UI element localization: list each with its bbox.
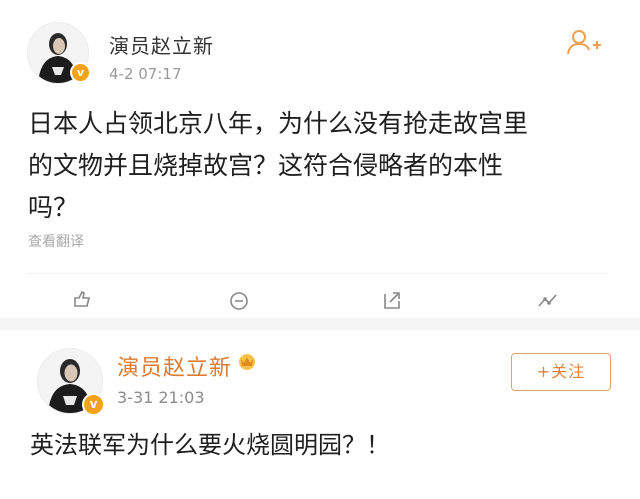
translate-link[interactable]: 查看翻译 bbox=[28, 231, 84, 251]
divider bbox=[28, 273, 608, 274]
post-content: 日本人占领北京八年，为什么没有抢走故宫里 的文物并且烧掉故宫？这符合侵略者的本性… bbox=[28, 103, 618, 229]
post-content: 英法联军为什么要火烧圆明园？！ bbox=[30, 431, 390, 459]
repost-icon[interactable] bbox=[70, 288, 94, 312]
share-icon[interactable] bbox=[380, 288, 404, 312]
author-name[interactable]: 演员赵立新 bbox=[109, 30, 214, 59]
post-content-line: 吗？ bbox=[28, 193, 79, 222]
post-content-line: 日本人占领北京八年，为什么没有抢走故宫里 bbox=[28, 109, 529, 138]
vip-crown-icon bbox=[239, 354, 255, 370]
comment-icon[interactable] bbox=[227, 288, 251, 312]
like-icon[interactable] bbox=[536, 288, 560, 312]
add-person-icon[interactable] bbox=[566, 28, 602, 56]
follow-button[interactable]: +关注 bbox=[511, 353, 611, 391]
weibo-post-1: v 演员赵立新 4-2 07:17 日本人占领北京八年，为什么没有抢走故宫里 的… bbox=[0, 0, 640, 330]
author-name[interactable]: 演员赵立新 bbox=[117, 350, 232, 382]
post-timestamp: 3-31 21:03 bbox=[117, 388, 205, 407]
weibo-post-2: v 演员赵立新 3-31 21:03 +关注 英法联军为什么要火烧圆明园？！ bbox=[0, 330, 640, 499]
post-timestamp: 4-2 07:17 bbox=[109, 65, 182, 83]
verified-badge-icon: v bbox=[70, 62, 91, 83]
post-content-line: 的文物并且烧掉故宫？这符合侵略者的本性 bbox=[28, 151, 504, 180]
action-bar bbox=[0, 288, 640, 318]
verified-badge-icon: v bbox=[82, 393, 105, 416]
